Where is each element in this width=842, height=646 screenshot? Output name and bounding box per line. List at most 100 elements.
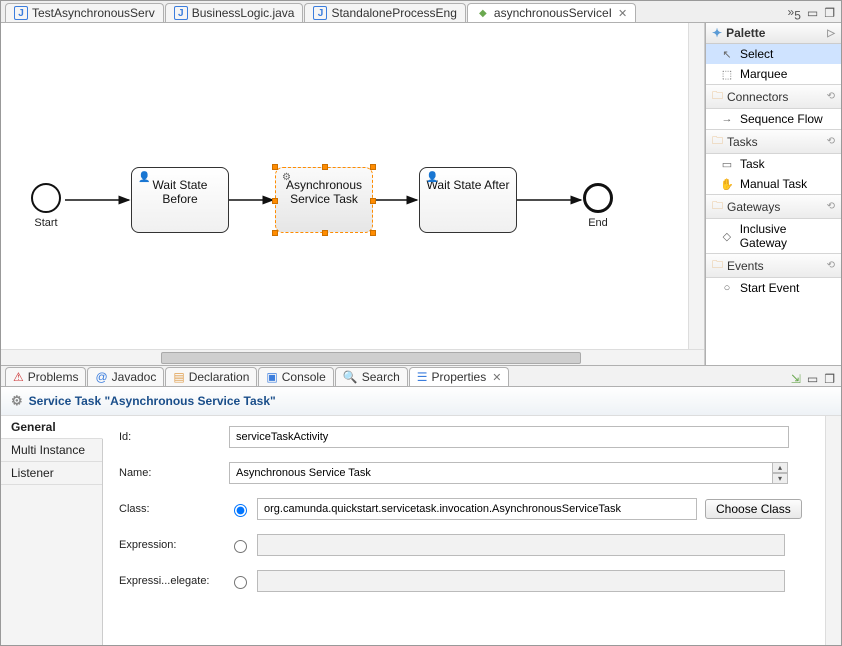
palette-group-events[interactable]: 🗀 Events ⟲ xyxy=(706,253,841,278)
bpmn-file-icon: ◆ xyxy=(476,6,490,20)
side-tab-listener[interactable]: Listener xyxy=(1,462,102,485)
editor-tab-test[interactable]: J TestAsynchronousServ xyxy=(5,3,164,22)
pin-icon[interactable]: ⟲ xyxy=(827,260,835,271)
palette-select-tool[interactable]: ↖ Select xyxy=(706,44,841,64)
editor-tab-business[interactable]: J BusinessLogic.java xyxy=(165,3,304,22)
radio-class[interactable] xyxy=(234,504,247,517)
palette-group-label: Events xyxy=(727,259,764,273)
label-expression: Expression: xyxy=(119,539,229,551)
task-wait-before[interactable]: 👤 Wait State Before xyxy=(131,167,229,233)
java-file-icon: J xyxy=(14,6,28,20)
start-label: Start xyxy=(31,217,61,229)
palette-sequence-flow[interactable]: → Sequence Flow xyxy=(706,109,841,129)
close-icon[interactable]: ✕ xyxy=(618,7,627,20)
view-tab-javadoc[interactable]: @Javadoc xyxy=(87,367,164,386)
folder-icon: 🗀 xyxy=(712,132,723,151)
start-event-icon xyxy=(31,183,61,213)
java-file-icon: J xyxy=(174,6,188,20)
pin-icon[interactable]: ⟲ xyxy=(827,91,835,102)
tab-overflow[interactable]: »5 xyxy=(788,5,801,22)
expression-field[interactable] xyxy=(257,534,785,556)
circle-icon: ○ xyxy=(720,282,734,294)
palette-group-tasks[interactable]: 🗀 Tasks ⟲ xyxy=(706,129,841,154)
task-label: Wait State After xyxy=(427,178,510,192)
diagram-canvas[interactable]: Start 👤 Wait State Before ⚙ Asynchronous… xyxy=(1,23,688,349)
radio-expression[interactable] xyxy=(234,540,247,553)
palette-header[interactable]: ✦ Palette ▷ xyxy=(706,23,841,44)
editor-tab-standalone[interactable]: J StandaloneProcessEng xyxy=(304,3,465,22)
label-class: Class: xyxy=(119,503,229,515)
declaration-icon: ▤ xyxy=(173,370,184,384)
chevron-up-icon[interactable]: ▴ xyxy=(772,462,788,473)
javadoc-icon: @ xyxy=(95,370,107,384)
end-event-icon xyxy=(583,183,613,213)
properties-icon: ☰ xyxy=(417,370,428,384)
name-spinner[interactable]: ▴▾ xyxy=(772,462,788,484)
side-tab-multi-instance[interactable]: Multi Instance xyxy=(1,439,102,462)
editor-tab-label: asynchronousServiceI xyxy=(494,6,612,20)
close-icon[interactable]: ✕ xyxy=(492,371,501,384)
label-expression-delegate: Expressi...elegate: xyxy=(119,575,229,587)
properties-title-bar: ⚙ Service Task "Asynchronous Service Tas… xyxy=(1,387,841,416)
id-field[interactable] xyxy=(229,426,789,448)
palette-item-label: Start Event xyxy=(740,281,799,295)
search-icon: 🔍 xyxy=(343,370,358,384)
palette-start-event[interactable]: ○ Start Event xyxy=(706,278,841,298)
label-name: Name: xyxy=(119,467,229,479)
palette-item-label: Inclusive Gateway xyxy=(740,222,835,250)
views-tab-strip: ⚠Problems @Javadoc ▤Declaration ▣Console… xyxy=(1,365,841,387)
start-event-node[interactable]: Start xyxy=(31,183,61,229)
palette-group-label: Connectors xyxy=(727,90,788,104)
palette-item-label: Task xyxy=(740,157,765,171)
canvas-scrollbar-vertical[interactable] xyxy=(688,23,704,349)
maximize-icon[interactable]: ❐ xyxy=(824,372,835,386)
palette-inclusive-gateway[interactable]: ◇ Inclusive Gateway xyxy=(706,219,841,253)
problems-icon: ⚠ xyxy=(13,370,24,384)
task-label: Wait State Before xyxy=(153,178,208,206)
canvas-scrollbar-horizontal[interactable] xyxy=(1,349,704,365)
view-tab-console[interactable]: ▣Console xyxy=(258,367,333,386)
palette-item-label: Sequence Flow xyxy=(740,112,823,126)
view-tab-declaration[interactable]: ▤Declaration xyxy=(165,367,257,386)
view-tab-properties[interactable]: ☰Properties✕ xyxy=(409,367,510,386)
class-field[interactable] xyxy=(257,498,697,520)
palette-group-gateways[interactable]: 🗀 Gateways ⟲ xyxy=(706,194,841,219)
cursor-icon: ↖ xyxy=(720,48,734,61)
task-async-service[interactable]: ⚙ Asynchronous Service Task xyxy=(275,167,373,233)
palette-item-label: Marquee xyxy=(740,67,787,81)
view-menu-icon[interactable]: ⇲ xyxy=(791,372,801,386)
chevron-right-icon[interactable]: ▷ xyxy=(827,28,835,39)
console-icon: ▣ xyxy=(266,370,277,384)
chevron-down-icon[interactable]: ▾ xyxy=(772,473,788,484)
properties-scrollbar[interactable] xyxy=(825,416,841,645)
side-tab-general[interactable]: General xyxy=(1,416,103,439)
view-tab-problems[interactable]: ⚠Problems xyxy=(5,367,86,386)
palette-group-label: Tasks xyxy=(727,135,758,149)
pin-icon[interactable]: ⟲ xyxy=(827,136,835,147)
pin-icon[interactable]: ⟲ xyxy=(827,201,835,212)
palette-group-connectors[interactable]: 🗀 Connectors ⟲ xyxy=(706,84,841,109)
gear-icon: ⚙ xyxy=(11,393,23,409)
gear-icon: ⚙ xyxy=(282,172,291,183)
end-event-node[interactable]: End xyxy=(583,183,613,229)
choose-class-button[interactable]: Choose Class xyxy=(705,499,802,519)
task-wait-after[interactable]: 👤 Wait State After xyxy=(419,167,517,233)
scrollbar-thumb[interactable] xyxy=(161,352,581,364)
minimize-icon[interactable]: ▭ xyxy=(807,372,818,386)
properties-title: Service Task "Asynchronous Service Task" xyxy=(29,394,276,408)
hand-icon: ✋ xyxy=(720,178,734,191)
palette-task[interactable]: ▭ Task xyxy=(706,154,841,174)
java-file-icon: J xyxy=(313,6,327,20)
expression-delegate-field[interactable] xyxy=(257,570,785,592)
view-tab-search[interactable]: 🔍Search xyxy=(335,367,408,386)
palette-marquee-tool[interactable]: ⬚ Marquee xyxy=(706,64,841,84)
folder-icon: 🗀 xyxy=(712,87,723,106)
radio-expression-delegate[interactable] xyxy=(234,576,247,589)
maximize-icon[interactable]: ❐ xyxy=(824,6,835,20)
palette-item-label: Manual Task xyxy=(740,177,807,191)
properties-panel: ⚙ Service Task "Asynchronous Service Tas… xyxy=(1,387,841,645)
name-field[interactable] xyxy=(229,462,773,484)
editor-tab-async-service[interactable]: ◆ asynchronousServiceI ✕ xyxy=(467,3,636,22)
minimize-icon[interactable]: ▭ xyxy=(807,6,818,20)
palette-manual-task[interactable]: ✋ Manual Task xyxy=(706,174,841,194)
